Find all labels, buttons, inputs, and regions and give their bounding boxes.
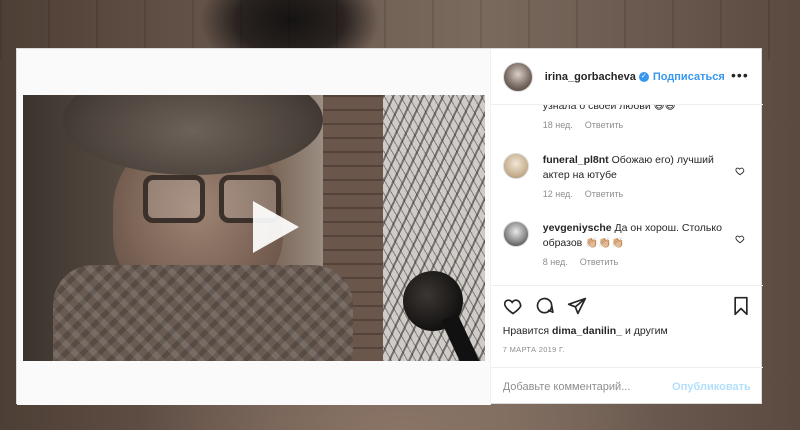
- post-media[interactable]: [17, 49, 490, 405]
- comments-list[interactable]: узнала о своей любви 😅😅 18 нед. Ответить…: [491, 105, 763, 285]
- comment-text: yevgeniysche Да он хорош. Столько образо…: [543, 221, 731, 251]
- commenter-username[interactable]: funeral_pl8nt: [543, 154, 609, 166]
- plaid-scarf: [53, 265, 353, 361]
- comment-icon[interactable]: [535, 296, 555, 316]
- comment-text: funeral_pl8nt Обожаю его) лучший актер н…: [543, 153, 731, 183]
- post-modal: irina_gorbacheva ✓ Подписаться ••• узнал…: [16, 48, 763, 405]
- comment-age: 12 нед.: [542, 189, 573, 199]
- add-comment-bar: Опубликовать: [490, 367, 763, 405]
- heart-icon[interactable]: [503, 296, 523, 316]
- post-sidebar: irina_gorbacheva ✓ Подписаться ••• узнал…: [489, 49, 763, 405]
- more-options-icon[interactable]: •••: [731, 67, 749, 83]
- comment-body: funeral_pl8nt Обожаю его) лучший актер н…: [543, 153, 731, 199]
- comment-like-icon[interactable]: [735, 163, 745, 176]
- likes-user[interactable]: dima_danilin_: [552, 325, 622, 337]
- comment-meta: 12 нед. Ответить: [543, 189, 731, 199]
- commenter-username[interactable]: yevgeniysche: [543, 222, 612, 234]
- likes-suffix: и другим: [624, 325, 668, 337]
- comment-input[interactable]: [502, 380, 667, 393]
- comment-meta: 8 нед. Ответить: [543, 257, 731, 267]
- bookmark-icon[interactable]: [731, 296, 751, 316]
- play-icon[interactable]: [247, 197, 303, 257]
- share-icon[interactable]: [567, 296, 587, 316]
- comment-meta: 18 нед. Ответить: [543, 120, 731, 130]
- comment-age: 8 нед.: [542, 257, 568, 267]
- reply-button[interactable]: Ответить: [580, 257, 618, 267]
- post-header: irina_gorbacheva ✓ Подписаться •••: [490, 49, 763, 105]
- comment-like-icon[interactable]: [735, 231, 745, 244]
- avatar[interactable]: [502, 61, 533, 92]
- reply-button[interactable]: Ответить: [585, 120, 623, 130]
- publish-button[interactable]: Опубликовать: [672, 381, 751, 393]
- author-username[interactable]: irina_gorbacheva: [545, 71, 636, 83]
- post-date[interactable]: 7 марта 2019 г.: [503, 345, 565, 354]
- likes-prefix: Нравится: [502, 325, 550, 337]
- commenter-avatar[interactable]: [502, 153, 529, 179]
- reply-button[interactable]: Ответить: [585, 189, 623, 199]
- glasses-left-lens: [143, 175, 205, 223]
- comment-body: yevgeniysche Да он хорош. Столько образо…: [543, 221, 731, 267]
- verified-badge-icon: ✓: [638, 71, 649, 82]
- comment-text: узнала о своей любви 😅😅: [542, 105, 676, 112]
- commenter-avatar[interactable]: [502, 221, 529, 247]
- comment-body: узнала о своей любви 😅😅 18 нед. Ответить: [543, 105, 731, 130]
- comment-age: 18 нед.: [542, 120, 573, 130]
- post-actions: [490, 285, 763, 323]
- follow-button[interactable]: Подписаться: [653, 71, 725, 83]
- likes-summary[interactable]: Нравится dima_danilin_ и другим: [503, 325, 668, 337]
